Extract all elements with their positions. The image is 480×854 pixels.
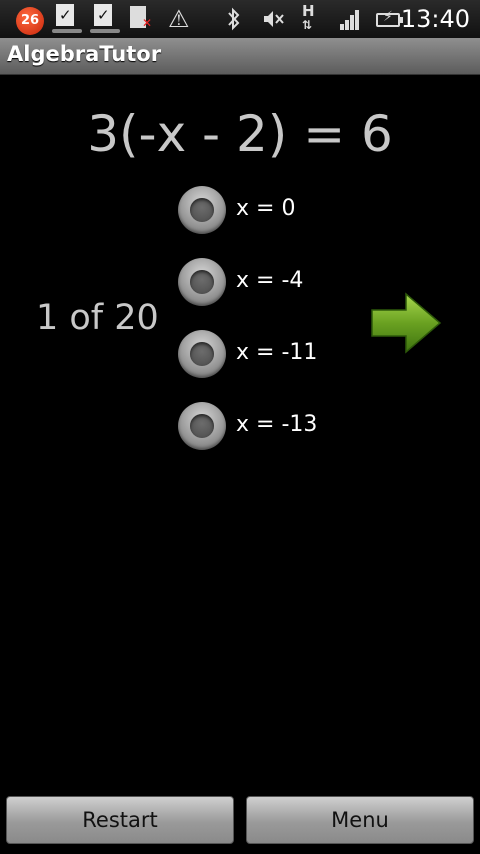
notification-badge-icon[interactable]: 26 (16, 7, 44, 35)
sd-card-removed-icon[interactable]: ✕ (130, 4, 152, 34)
answer-label[interactable]: x = -13 (236, 412, 317, 437)
task-done-icon[interactable]: ✓ (90, 4, 120, 34)
answer-option[interactable]: x = -13 (178, 402, 428, 450)
radio-button[interactable] (178, 186, 226, 234)
task-done-icon[interactable]: ✓ (52, 4, 82, 34)
app-title-bar: AlgebraTutor (0, 38, 480, 75)
equation-text: 3(-x - 2) = 6 (87, 105, 393, 163)
radio-button[interactable] (178, 402, 226, 450)
next-arrow-icon[interactable] (370, 292, 442, 354)
menu-button[interactable]: Menu (246, 796, 474, 844)
radio-button[interactable] (178, 330, 226, 378)
app-title: AlgebraTutor (7, 42, 162, 66)
warning-icon[interactable]: ⚠ (168, 4, 190, 34)
volume-muted-icon (262, 4, 286, 34)
restart-button[interactable]: Restart (6, 796, 234, 844)
answer-label[interactable]: x = -4 (236, 268, 303, 293)
notification-count: 26 (20, 13, 40, 28)
signal-icon (340, 4, 362, 34)
question-progress: 1 of 20 (36, 298, 159, 338)
radio-button[interactable] (178, 258, 226, 306)
answer-label[interactable]: x = -11 (236, 340, 317, 365)
clock: 13:40 (400, 5, 470, 33)
data-transfer-icon: H ⇅ (302, 2, 315, 33)
answer-option[interactable]: x = 0 (178, 186, 428, 234)
bluetooth-icon (226, 4, 242, 34)
answer-label[interactable]: x = 0 (236, 196, 295, 221)
status-bar: 26 ✓ ✓ ✕ ⚠ H ⇅ ⚡ 13:40 (0, 0, 480, 38)
battery-charging-icon: ⚡ (376, 4, 404, 34)
